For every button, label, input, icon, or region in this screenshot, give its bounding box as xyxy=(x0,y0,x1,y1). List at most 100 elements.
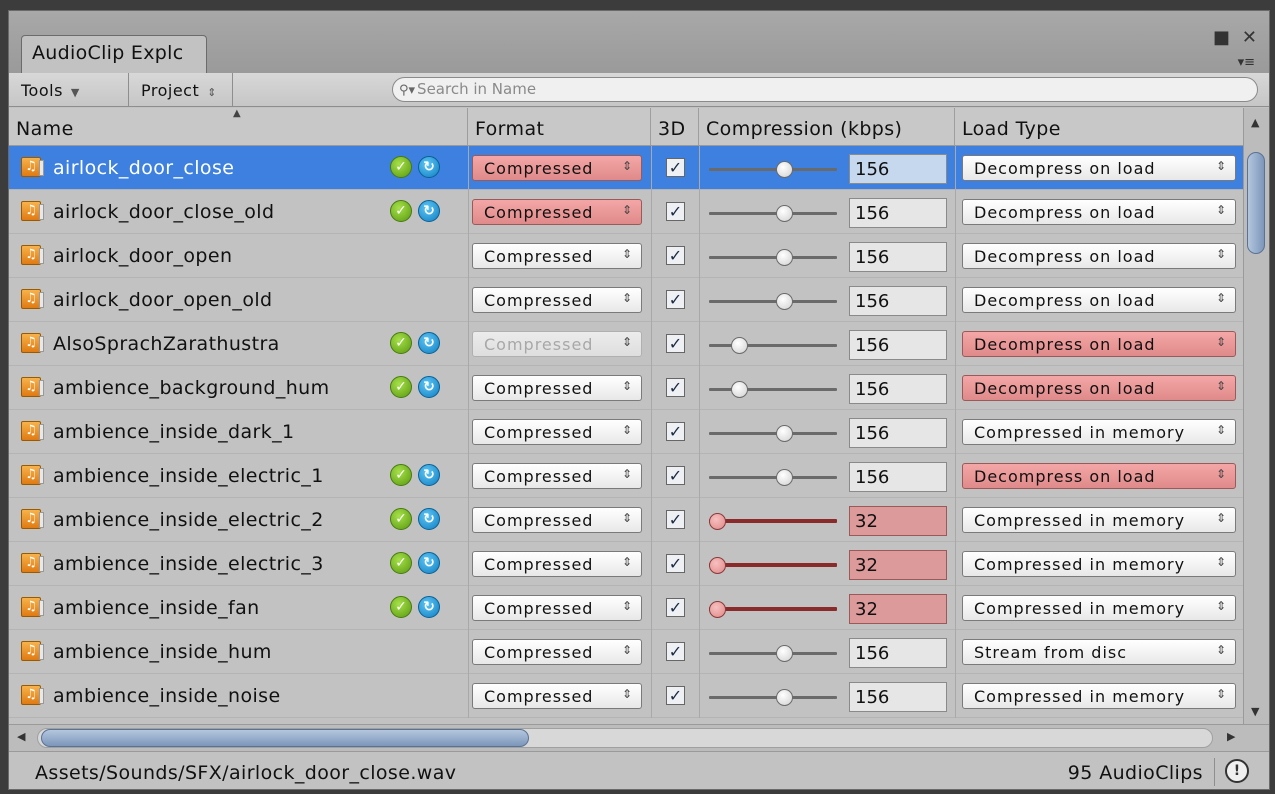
vertical-scroll-thumb[interactable] xyxy=(1247,152,1265,254)
horizontal-scroll-thumb[interactable] xyxy=(41,729,529,747)
slider-handle[interactable] xyxy=(776,469,793,486)
compression-field[interactable]: 156 xyxy=(849,286,947,316)
compression-field[interactable]: 32 xyxy=(849,594,947,624)
format-dropdown[interactable]: Compressed ⇕ xyxy=(472,683,642,709)
compression-field[interactable]: 32 xyxy=(849,550,947,580)
table-row[interactable]: ♫ ambience_inside_fan ✓ ↻ Compressed ⇕ ✓ 32 Comp… xyxy=(9,586,1245,630)
3d-checkbox[interactable]: ✓ xyxy=(666,686,685,705)
menu-icon[interactable]: ▾≡ xyxy=(1238,55,1255,70)
compression-slider[interactable] xyxy=(709,432,837,435)
compression-slider[interactable] xyxy=(709,476,837,479)
search-input[interactable]: ⚲▾ Search in Name xyxy=(392,77,1258,102)
table-row[interactable]: ♫ ambience_inside_electric_1 ✓ ↻ Compressed ⇕… xyxy=(9,454,1245,498)
3d-checkbox[interactable]: ✓ xyxy=(666,554,685,573)
compression-slider[interactable] xyxy=(709,212,837,215)
load-type-dropdown[interactable]: Decompress on load ⇕ xyxy=(962,155,1236,181)
close-icon[interactable]: ✕ xyxy=(1242,27,1257,48)
format-dropdown[interactable]: Compressed ⇕ xyxy=(472,287,642,313)
table-row[interactable]: ♫ ambience_inside_electric_2 ✓ ↻ Compressed ⇕… xyxy=(9,498,1245,542)
compression-field[interactable]: 156 xyxy=(849,374,947,404)
load-type-dropdown[interactable]: Compressed in memory ⇕ xyxy=(962,419,1236,445)
compression-slider[interactable] xyxy=(709,344,837,347)
compression-slider[interactable] xyxy=(709,256,837,259)
3d-checkbox[interactable]: ✓ xyxy=(666,246,685,265)
load-type-dropdown[interactable]: Decompress on load ⇕ xyxy=(962,199,1236,225)
format-dropdown[interactable]: Compressed ⇕ xyxy=(472,551,642,577)
compression-field[interactable]: 156 xyxy=(849,330,947,360)
load-type-dropdown[interactable]: Compressed in memory ⇕ xyxy=(962,551,1236,577)
3d-checkbox[interactable]: ✓ xyxy=(666,598,685,617)
format-dropdown[interactable]: Compressed ⇕ xyxy=(472,331,642,357)
warning-icon[interactable]: ! xyxy=(1225,759,1249,783)
compression-slider[interactable] xyxy=(709,563,837,567)
compression-field[interactable]: 156 xyxy=(849,242,947,272)
slider-handle[interactable] xyxy=(776,689,793,706)
slider-handle[interactable] xyxy=(776,425,793,442)
compression-field[interactable]: 156 xyxy=(849,638,947,668)
slider-handle[interactable] xyxy=(709,557,726,574)
maximize-icon[interactable]: ■ xyxy=(1213,27,1230,48)
compression-field[interactable]: 156 xyxy=(849,462,947,492)
column-format[interactable]: Format xyxy=(468,108,651,145)
slider-handle[interactable] xyxy=(776,645,793,662)
horizontal-scrollbar[interactable]: ◀ ▶ xyxy=(9,724,1269,751)
column-3d[interactable]: 3D xyxy=(651,108,699,145)
load-type-dropdown[interactable]: Decompress on load ⇕ xyxy=(962,331,1236,357)
window-tab[interactable]: AudioClip Explc xyxy=(21,35,207,73)
table-row[interactable]: ♫ airlock_door_close ✓ ↻ Compressed ⇕ ✓ 156 Deco… xyxy=(9,146,1245,190)
load-type-dropdown[interactable]: Compressed in memory ⇕ xyxy=(962,507,1236,533)
compression-slider[interactable] xyxy=(709,168,837,171)
compression-slider[interactable] xyxy=(709,519,837,523)
compression-field[interactable]: 156 xyxy=(849,198,947,228)
table-row[interactable]: ♫ ambience_inside_electric_3 ✓ ↻ Compressed ⇕… xyxy=(9,542,1245,586)
3d-checkbox[interactable]: ✓ xyxy=(666,422,685,441)
scroll-down-icon[interactable]: ▼ xyxy=(1251,705,1259,718)
table-row[interactable]: ♫ ambience_inside_noise Compressed ⇕ ✓ 156 Com… xyxy=(9,674,1245,718)
format-dropdown[interactable]: Compressed ⇕ xyxy=(472,243,642,269)
load-type-dropdown[interactable]: Stream from disc ⇕ xyxy=(962,639,1236,665)
load-type-dropdown[interactable]: Compressed in memory ⇕ xyxy=(962,683,1236,709)
format-dropdown[interactable]: Compressed ⇕ xyxy=(472,639,642,665)
vertical-scrollbar[interactable]: ▲ ▼ xyxy=(1243,108,1269,724)
3d-checkbox[interactable]: ✓ xyxy=(666,158,685,177)
format-dropdown[interactable]: Compressed ⇕ xyxy=(472,155,642,181)
table-row[interactable]: ♫ airlock_door_open Compressed ⇕ ✓ 156 Decompr… xyxy=(9,234,1245,278)
scroll-left-icon[interactable]: ◀ xyxy=(17,730,25,743)
table-row[interactable]: ♫ AlsoSprachZarathustra ✓ ↻ Compressed ⇕ ✓ 156 D… xyxy=(9,322,1245,366)
load-type-dropdown[interactable]: Compressed in memory ⇕ xyxy=(962,595,1236,621)
compression-field[interactable]: 156 xyxy=(849,154,947,184)
project-dropdown[interactable]: Project ⇕ xyxy=(129,73,233,106)
table-row[interactable]: ♫ airlock_door_close_old ✓ ↻ Compressed ⇕ ✓ 156… xyxy=(9,190,1245,234)
compression-slider[interactable] xyxy=(709,607,837,611)
load-type-dropdown[interactable]: Decompress on load ⇕ xyxy=(962,243,1236,269)
format-dropdown[interactable]: Compressed ⇕ xyxy=(472,595,642,621)
3d-checkbox[interactable]: ✓ xyxy=(666,202,685,221)
table-row[interactable]: ♫ ambience_inside_dark_1 Compressed ⇕ ✓ 156 Co… xyxy=(9,410,1245,454)
format-dropdown[interactable]: Compressed ⇕ xyxy=(472,507,642,533)
3d-checkbox[interactable]: ✓ xyxy=(666,290,685,309)
compression-slider[interactable] xyxy=(709,300,837,303)
table-row[interactable]: ♫ airlock_door_open_old Compressed ⇕ ✓ 156 Dec… xyxy=(9,278,1245,322)
compression-slider[interactable] xyxy=(709,696,837,699)
format-dropdown[interactable]: Compressed ⇕ xyxy=(472,375,642,401)
compression-slider[interactable] xyxy=(709,652,837,655)
load-type-dropdown[interactable]: Decompress on load ⇕ xyxy=(962,287,1236,313)
3d-checkbox[interactable]: ✓ xyxy=(666,510,685,529)
3d-checkbox[interactable]: ✓ xyxy=(666,334,685,353)
format-dropdown[interactable]: Compressed ⇕ xyxy=(472,199,642,225)
compression-field[interactable]: 156 xyxy=(849,682,947,712)
table-row[interactable]: ♫ ambience_inside_hum Compressed ⇕ ✓ 156 Strea… xyxy=(9,630,1245,674)
slider-handle[interactable] xyxy=(731,337,748,354)
compression-field[interactable]: 156 xyxy=(849,418,947,448)
slider-handle[interactable] xyxy=(709,601,726,618)
scroll-right-icon[interactable]: ▶ xyxy=(1227,730,1235,743)
column-compression[interactable]: Compression (kbps) xyxy=(699,108,955,145)
slider-handle[interactable] xyxy=(776,293,793,310)
table-row[interactable]: ♫ ambience_background_hum ✓ ↻ Compressed ⇕ ✓ 15… xyxy=(9,366,1245,410)
load-type-dropdown[interactable]: Decompress on load ⇕ xyxy=(962,463,1236,489)
slider-handle[interactable] xyxy=(776,161,793,178)
compression-field[interactable]: 32 xyxy=(849,506,947,536)
load-type-dropdown[interactable]: Decompress on load ⇕ xyxy=(962,375,1236,401)
3d-checkbox[interactable]: ✓ xyxy=(666,466,685,485)
column-load-type[interactable]: Load Type xyxy=(955,108,1245,145)
